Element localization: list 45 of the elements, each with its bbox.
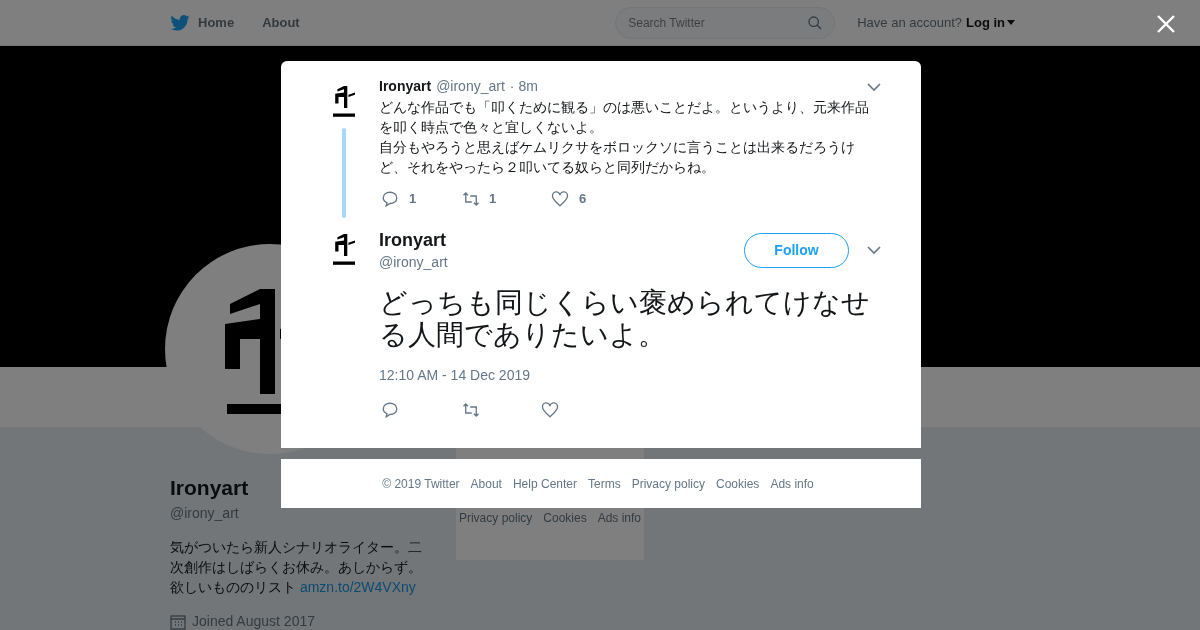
joined-date: Joined August 2017 <box>192 612 315 630</box>
author-handle: @irony_art <box>379 252 448 272</box>
retweet-icon[interactable] <box>461 189 481 208</box>
footer-link[interactable]: Cookies <box>716 474 760 493</box>
calendar-icon <box>170 613 186 630</box>
author-name: Ironyart <box>379 228 448 252</box>
account-prompt: Have an account? <box>857 13 962 32</box>
heart-icon[interactable] <box>551 189 569 208</box>
profile-name: Ironyart <box>170 475 249 501</box>
heart-icon[interactable] <box>541 400 559 419</box>
footer-link[interactable]: About <box>470 474 502 493</box>
footer-link[interactable]: Ads info <box>597 509 642 527</box>
author-handle: @irony_art <box>436 77 505 96</box>
retweet-icon[interactable] <box>461 400 481 419</box>
tweet-timestamp: 12:10 AM - 14 Dec 2019 <box>379 365 531 385</box>
footer-link[interactable]: Privacy policy <box>458 509 533 527</box>
chevron-down-icon[interactable] <box>867 245 881 256</box>
footer-link[interactable]: © 2019 Twitter <box>382 474 460 493</box>
tweet-text: 自分もやろうと思えばケムリクサをボロックソに言うことは出来るだろうけど、それをやったら２叩いてる奴らと同列だからね。 <box>379 138 856 177</box>
reply-icon[interactable] <box>381 400 399 419</box>
action-count: 1 <box>409 190 417 208</box>
footer-link[interactable]: Terms <box>588 474 621 493</box>
profile-bio: 気がついたら新人シナリオライター。二次創作はしばらくお休み。あしからず。欲しいもののリスト amzn.to/2W4VXny <box>170 538 422 597</box>
search-field[interactable]: Search Twitter <box>615 6 836 39</box>
action-count: 1 <box>489 190 497 208</box>
profile-handle: @irony_art <box>170 504 240 523</box>
nav-link[interactable]: About <box>262 12 300 33</box>
search-icon[interactable] <box>807 14 824 31</box>
footer-link[interactable]: Cookies <box>543 509 587 527</box>
tweet-text: どんな作品でも「叩くために観る」のは悪いことだよ。というより、元来作品を叩く時点で色々と宜しくないよ。 <box>379 98 870 137</box>
footer-link[interactable]: Help Center <box>512 474 577 493</box>
nav-link[interactable]: Home <box>170 12 235 33</box>
footer-link[interactable]: Ads info <box>770 474 814 493</box>
reply-icon[interactable] <box>381 189 399 208</box>
footer-link[interactable]: Privacy policy <box>631 474 705 493</box>
login-link[interactable]: Log in <box>966 12 1015 33</box>
caret-icon <box>1007 20 1015 25</box>
tweet-text: どっちも同じくらい褒められてけなせる人間でありたいよ。 <box>379 286 871 351</box>
chevron-down-icon[interactable] <box>867 81 881 92</box>
close-icon[interactable] <box>1157 15 1175 33</box>
tweet-time: 8m <box>518 77 538 96</box>
author-name: Ironyart <box>379 77 432 96</box>
separator-dot: · <box>509 77 515 96</box>
action-count: 6 <box>579 190 587 208</box>
bird-icon <box>170 14 190 31</box>
